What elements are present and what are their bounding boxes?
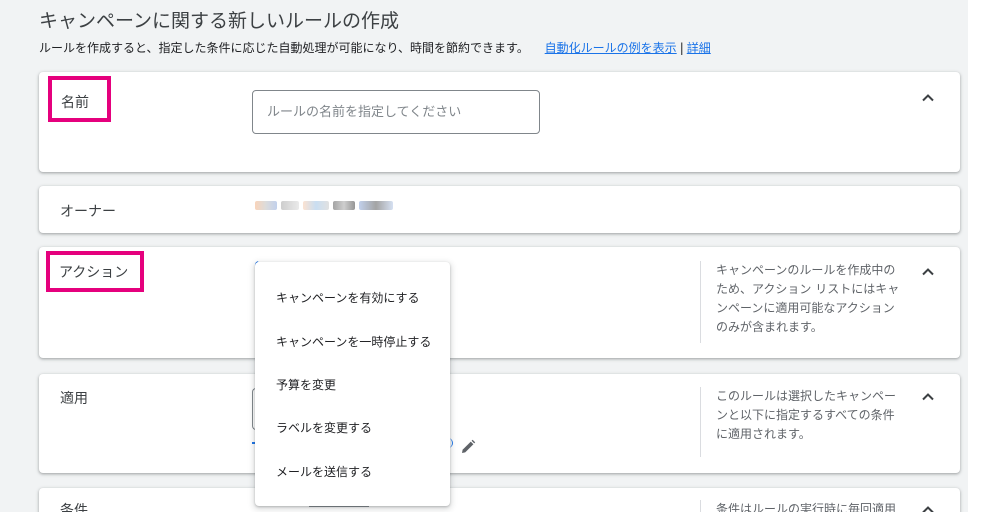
menu-item-send-email[interactable]: メールを送信する (255, 450, 450, 493)
menu-item-change-labels[interactable]: ラベルを変更する (255, 406, 450, 449)
action-label: アクション (46, 251, 144, 292)
menu-item-change-budget[interactable]: 予算を変更 (255, 363, 450, 406)
chevron-up-icon[interactable] (918, 500, 938, 512)
owner-value-redacted (255, 201, 393, 210)
chevron-up-icon[interactable] (918, 88, 938, 108)
menu-item-enable-campaign[interactable]: キャンペーンを有効にする (255, 276, 450, 319)
menu-item-pause-campaign[interactable]: キャンペーンを一時停止する (255, 319, 450, 362)
redacted-owner-part (255, 201, 277, 210)
name-label: 名前 (48, 76, 111, 122)
rule-name-input[interactable] (252, 90, 540, 134)
conditions-field-edge[interactable] (309, 506, 369, 512)
example-rules-link[interactable]: 自動化ルールの例を表示 (545, 41, 677, 55)
redacted-owner-part (359, 201, 393, 210)
name-card: 名前 (39, 72, 960, 172)
action-dropdown-menu: キャンペーンを有効にする キャンペーンを一時停止する 予算を変更 ラベルを変更す… (255, 262, 450, 506)
action-help-text: キャンペーンのルールを作成中のため、アクション リストにはキャンペーンに適用可能… (700, 261, 900, 343)
action-card: アクション キャンペーンのルールを作成中のため、アクション リストにはキャンペー… (39, 247, 960, 358)
subtitle-text: ルールを作成すると、指定した条件に応じた自動処理が可能になり、時間を節約できます… (39, 41, 529, 55)
page-title: キャンペーンに関する新しいルールの作成 (39, 10, 400, 32)
page-subtitle: ルールを作成すると、指定した条件に応じた自動処理が可能になり、時間を節約できます… (39, 39, 711, 56)
redacted-owner-part (281, 201, 299, 210)
chevron-up-icon[interactable] (918, 387, 938, 407)
redacted-owner-part (303, 201, 329, 210)
owner-label: オーナー (60, 204, 116, 220)
apply-card: 適用 このルールは選択したキャンペーンと以下に指定するすべての条件に適用されます… (39, 374, 960, 473)
link-separator: | (679, 41, 684, 55)
conditions-label: 条件 (60, 503, 88, 512)
apply-label: 適用 (60, 391, 88, 407)
details-link[interactable]: 詳細 (687, 41, 711, 55)
conditions-help-text: 条件はルールの実行時に毎回適用 (700, 500, 900, 512)
chevron-up-icon[interactable] (918, 262, 938, 282)
right-gutter (968, 0, 1000, 512)
name-label-text: 名前 (61, 95, 89, 111)
owner-card: オーナー (39, 186, 960, 233)
pencil-icon[interactable] (459, 438, 477, 456)
page: キャンペーンに関する新しいルールの作成 ルールを作成すると、指定した条件に応じた… (0, 0, 1000, 512)
action-label-text: アクション (59, 264, 129, 281)
apply-help-text: このルールは選択したキャンペーンと以下に指定するすべての条件に適用されます。 (700, 387, 900, 457)
redacted-owner-part (333, 201, 355, 210)
conditions-card: 条件 条件はルールの実行時に毎回適用 (39, 488, 960, 512)
